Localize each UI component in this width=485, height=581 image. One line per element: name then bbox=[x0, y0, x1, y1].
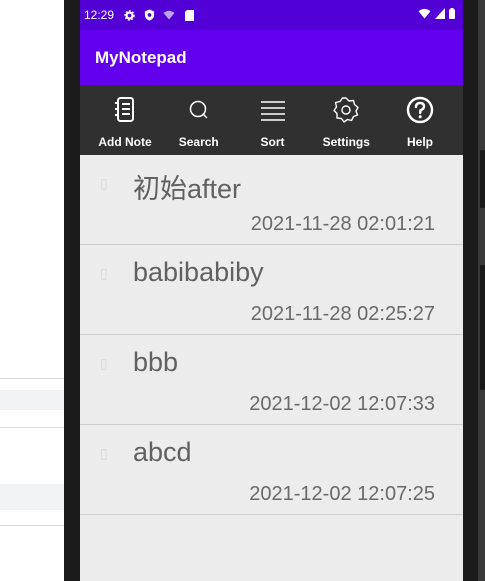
search-button[interactable]: Search bbox=[164, 85, 234, 155]
list-item[interactable]: ▯ babibabiby 2021-11-28 02:25:27 bbox=[80, 245, 463, 335]
app-bar: MyNotepad bbox=[80, 30, 463, 85]
help-label: Help bbox=[406, 135, 433, 149]
question-circle-icon bbox=[405, 95, 435, 130]
sd-card-status-icon bbox=[182, 8, 196, 22]
list-item[interactable]: ▯ bbb 2021-12-02 12:07:33 bbox=[80, 335, 463, 425]
note-timestamp: 2021-11-28 02:25:27 bbox=[250, 303, 435, 325]
power-button bbox=[480, 265, 485, 390]
app-title: MyNotepad bbox=[95, 47, 187, 67]
sort-lines-icon bbox=[258, 95, 288, 130]
settings-status-icon bbox=[122, 8, 136, 22]
background-band bbox=[0, 390, 64, 410]
note-placeholder-icon: ▯ bbox=[100, 175, 108, 191]
note-placeholder-icon: ▯ bbox=[100, 445, 108, 461]
settings-label: Settings bbox=[322, 135, 370, 149]
note-timestamp: 2021-11-28 02:01:21 bbox=[250, 213, 435, 235]
battery-icon bbox=[449, 8, 455, 22]
add-note-label: Add Note bbox=[98, 135, 152, 149]
gear-icon bbox=[331, 95, 361, 130]
sort-label: Sort bbox=[260, 135, 285, 149]
note-list: ▯ 初始after 2021-11-28 02:01:21 ▯ babibabi… bbox=[80, 155, 463, 515]
status-bar: 12:29 bbox=[80, 0, 463, 30]
settings-button[interactable]: Settings bbox=[311, 85, 381, 155]
note-title: bbb bbox=[133, 347, 179, 377]
sort-button[interactable]: Sort bbox=[238, 85, 308, 155]
volume-button bbox=[480, 150, 485, 208]
divider bbox=[0, 427, 64, 428]
shield-status-icon bbox=[142, 8, 156, 22]
search-icon bbox=[184, 95, 214, 130]
note-placeholder-icon: ▯ bbox=[100, 265, 108, 281]
action-toolbar: Add Note Search Sort Settings Help bbox=[80, 85, 463, 155]
wifi-status-icon bbox=[162, 8, 176, 22]
background-band bbox=[0, 484, 64, 510]
search-label: Search bbox=[178, 135, 219, 149]
note-timestamp: 2021-12-02 12:07:33 bbox=[249, 393, 435, 415]
list-item[interactable]: ▯ abcd 2021-12-02 12:07:25 bbox=[80, 425, 463, 515]
wifi-signal-icon bbox=[418, 8, 431, 22]
note-title: 初始after bbox=[133, 174, 242, 204]
divider bbox=[0, 378, 64, 379]
note-timestamp: 2021-12-02 12:07:25 bbox=[249, 483, 435, 505]
divider bbox=[0, 525, 64, 526]
note-title: abcd bbox=[133, 437, 192, 467]
add-note-button[interactable]: Add Note bbox=[90, 85, 160, 155]
help-button[interactable]: Help bbox=[385, 85, 455, 155]
notebook-icon bbox=[110, 95, 140, 130]
status-time: 12:29 bbox=[84, 8, 115, 22]
list-item[interactable]: ▯ 初始after 2021-11-28 02:01:21 bbox=[80, 155, 463, 245]
phone-screen: 12:29 MyNotepad Add Note Search Sort Set… bbox=[80, 0, 463, 581]
cell-signal-icon bbox=[435, 8, 445, 22]
note-title: babibabiby bbox=[133, 257, 264, 287]
note-placeholder-icon: ▯ bbox=[100, 355, 108, 371]
